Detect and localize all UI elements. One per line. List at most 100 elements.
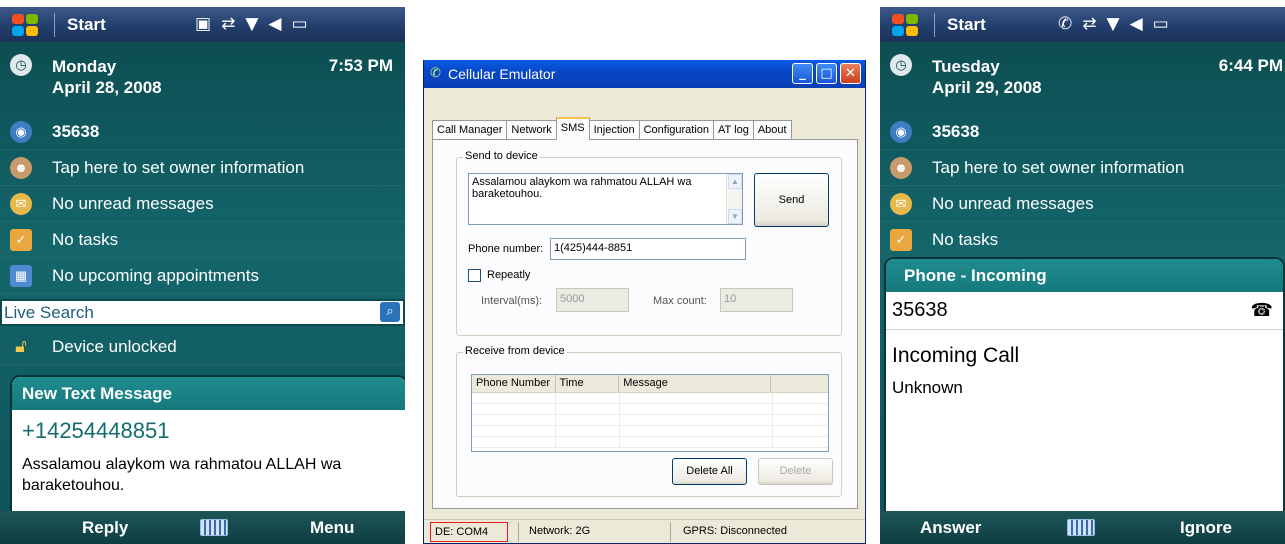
- date-full: April 28, 2008: [52, 78, 162, 97]
- list-header: Phone Number Time Message: [472, 375, 828, 393]
- tab-injection[interactable]: Injection: [588, 120, 640, 140]
- sim-icon[interactable]: ▣: [195, 14, 211, 34]
- interval-label: Interval(ms):: [481, 295, 543, 307]
- tab-call-manager[interactable]: Call Manager: [432, 120, 508, 140]
- sms-sender: +14254448851: [22, 418, 170, 443]
- sms-notification[interactable]: New Text Message +14254448851 Assalamou …: [10, 375, 405, 515]
- speaker-icon[interactable]: ◀: [1130, 14, 1143, 34]
- title-separator: [934, 12, 935, 37]
- col-phone-number[interactable]: Phone Number: [472, 375, 556, 392]
- list-row: [472, 426, 828, 437]
- ignore-softkey[interactable]: Ignore: [1180, 518, 1232, 538]
- keyboard-icon[interactable]: [1067, 519, 1095, 536]
- speaker-icon[interactable]: ◀: [268, 14, 281, 34]
- close-button[interactable]: ✕: [840, 63, 861, 84]
- today-item-network[interactable]: ◉ 35638: [880, 114, 1285, 150]
- network-icon: ◉: [10, 120, 32, 143]
- reply-softkey[interactable]: Reply: [82, 518, 128, 538]
- call-icon[interactable]: ✆: [1058, 14, 1072, 34]
- live-search-box[interactable]: Live Search ⌕: [0, 299, 405, 326]
- today-item-calendar[interactable]: ▦ No upcoming appointments: [0, 258, 405, 294]
- battery-icon[interactable]: ▭: [291, 14, 307, 34]
- col-extra[interactable]: [771, 375, 828, 392]
- network-name: 35638: [52, 121, 100, 141]
- tab-at-log[interactable]: AT log: [713, 120, 754, 140]
- max-count-label: Max count:: [653, 295, 707, 307]
- gprs-status: GPRS: Disconnected: [670, 521, 850, 542]
- list-row: [472, 393, 828, 404]
- keyboard-icon[interactable]: [200, 519, 228, 536]
- sms-tab-panel: Send to device Assalamou alaykom wa rahm…: [432, 139, 858, 509]
- col-time[interactable]: Time: [556, 375, 620, 392]
- sync-icon[interactable]: ⇄: [221, 14, 235, 34]
- date-full: April 29, 2008: [932, 78, 1042, 97]
- tab-about[interactable]: About: [752, 120, 792, 140]
- today-item-messages[interactable]: ✉ No unread messages: [880, 186, 1285, 222]
- unlock-icon: 🔓︎: [15, 336, 27, 356]
- tab-sms[interactable]: SMS: [555, 117, 590, 140]
- tasks-label: No tasks: [932, 229, 999, 249]
- start-label[interactable]: Start: [67, 15, 106, 35]
- clock-icon: ◷: [10, 54, 32, 76]
- list-row: [472, 437, 828, 448]
- today-item-tasks[interactable]: ✓ No tasks: [0, 222, 405, 258]
- delete-all-button[interactable]: Delete All: [672, 458, 747, 485]
- signal-icon[interactable]: ▼: [245, 14, 258, 34]
- menu-softkey[interactable]: Menu: [310, 518, 354, 538]
- tab-configuration[interactable]: Configuration: [638, 120, 715, 140]
- today-item-messages[interactable]: ✉ No unread messages: [0, 186, 405, 222]
- window-title-bar[interactable]: ✆ Cellular Emulator _ □ ✕: [424, 60, 865, 88]
- tasks-label: No tasks: [52, 229, 119, 249]
- today-item-lock[interactable]: 🔓︎ Device unlocked: [0, 329, 405, 365]
- tab-strip: Call Manager Network SMS Injection Confi…: [432, 117, 792, 140]
- received-messages-list[interactable]: Phone Number Time Message: [471, 374, 829, 452]
- message-textarea[interactable]: Assalamou alaykom wa rahmatou ALLAH wa b…: [468, 173, 743, 225]
- receive-from-device-group: Receive from device Phone Number Time Me…: [456, 345, 842, 497]
- maximize-button[interactable]: □: [816, 63, 837, 84]
- scroll-up-icon[interactable]: ▲: [728, 174, 742, 189]
- sms-body: Assalamou alaykom wa rahmatou ALLAH wa b…: [22, 456, 342, 494]
- owner-icon: ☻: [10, 156, 32, 179]
- repeatly-checkbox[interactable]: [468, 269, 481, 282]
- delete-button[interactable]: Delete: [758, 458, 833, 485]
- col-message[interactable]: Message: [619, 375, 772, 392]
- tab-network[interactable]: Network: [506, 120, 557, 140]
- answer-softkey[interactable]: Answer: [920, 518, 981, 538]
- incoming-call-dialog[interactable]: Phone - Incoming 35638 ☎ Incoming Call U…: [884, 257, 1285, 513]
- message-scrollbar[interactable]: ▲ ▼: [726, 174, 742, 224]
- network-status: Network: 2G: [518, 521, 670, 542]
- search-icon[interactable]: ⌕: [380, 302, 400, 322]
- left-phone-screen: Start ▣ ⇄ ▼ ◀ ▭ ◷ Monday April 28, 2008 …: [0, 7, 405, 544]
- signal-icon[interactable]: ▼: [1107, 14, 1120, 34]
- date-row[interactable]: ◷ Tuesday April 29, 2008 6:44 PM: [880, 45, 1285, 115]
- send-group-label: Send to device: [463, 150, 540, 162]
- max-count-input[interactable]: 10: [720, 288, 793, 312]
- today-item-network[interactable]: ◉ 35638: [0, 114, 405, 150]
- battery-icon[interactable]: ▭: [1153, 14, 1169, 34]
- receive-group-label: Receive from device: [463, 345, 567, 357]
- status-bar: DE: COM4 Network: 2G GPRS: Disconnected: [424, 519, 865, 543]
- windows-start-icon[interactable]: [10, 11, 44, 39]
- interval-input[interactable]: 5000: [556, 288, 629, 312]
- today-item-tasks[interactable]: ✓ No tasks: [880, 222, 1285, 258]
- start-label[interactable]: Start: [947, 15, 986, 35]
- minimize-button[interactable]: _: [792, 63, 813, 84]
- today-item-owner[interactable]: ☻ Tap here to set owner information: [0, 150, 405, 186]
- send-button[interactable]: Send: [754, 173, 829, 227]
- live-search-label: Live Search: [4, 302, 94, 322]
- scroll-down-icon[interactable]: ▼: [728, 209, 742, 224]
- clock-icon: ◷: [890, 54, 912, 76]
- message-text: Assalamou alaykom wa rahmatou ALLAH wa b…: [472, 176, 692, 200]
- cellular-emulator-window: ✆ Cellular Emulator _ □ ✕ Call Manager N…: [423, 60, 866, 544]
- clock-time: 6:44 PM: [1218, 56, 1283, 75]
- softkey-bar: Answer Ignore: [880, 511, 1285, 544]
- windows-start-icon[interactable]: [890, 11, 924, 39]
- date-row[interactable]: ◷ Monday April 28, 2008 7:53 PM: [0, 45, 405, 115]
- today-item-owner[interactable]: ☻ Tap here to set owner information: [880, 150, 1285, 186]
- sync-icon[interactable]: ⇄: [1082, 14, 1096, 34]
- phone-number-input[interactable]: 1(425)444-8851: [550, 238, 746, 260]
- right-phone-screen: Start ✆ ⇄ ▼ ◀ ▭ ◷ Tuesday April 29, 2008…: [880, 7, 1285, 544]
- owner-label: Tap here to set owner information: [52, 157, 305, 177]
- status-icons: ▣ ⇄ ▼ ◀ ▭: [195, 14, 308, 34]
- messages-label: No unread messages: [52, 193, 214, 213]
